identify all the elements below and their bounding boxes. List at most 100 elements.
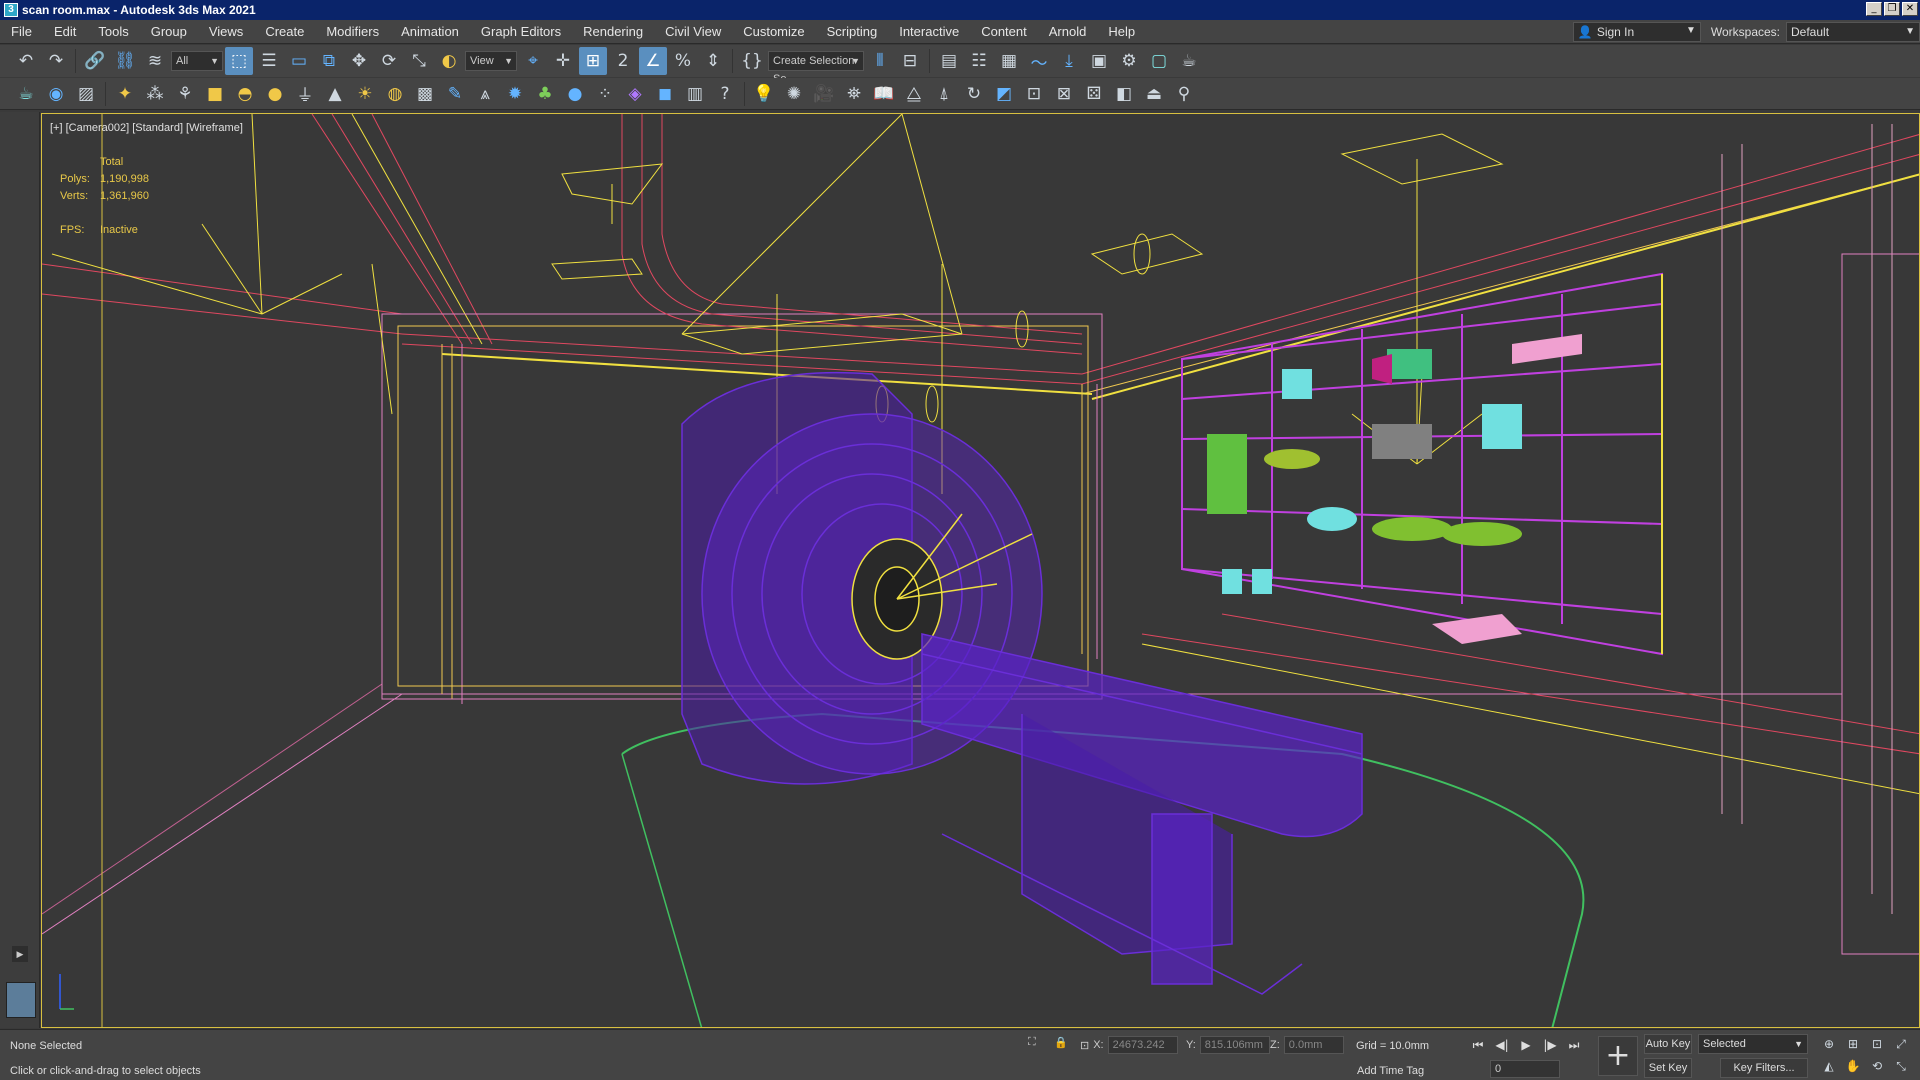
minimize-button[interactable]: _ bbox=[1866, 2, 1882, 16]
menu-interactive[interactable]: Interactive bbox=[888, 20, 970, 44]
select-manipulate-icon[interactable]: ✛ bbox=[549, 47, 577, 75]
ribbon-toggle-icon[interactable]: ▦ bbox=[995, 47, 1023, 75]
menu-civil-view[interactable]: Civil View bbox=[654, 20, 732, 44]
sphere-light-icon[interactable]: ◍ bbox=[381, 80, 409, 108]
menu-modifiers[interactable]: Modifiers bbox=[315, 20, 390, 44]
workspace-select[interactable]: Default ▼ bbox=[1786, 22, 1920, 42]
orbit-icon[interactable]: ⟲ bbox=[1866, 1056, 1888, 1076]
pivot-center-icon[interactable]: ⌖ bbox=[519, 47, 547, 75]
render-frame-icon[interactable]: ⊡ bbox=[1020, 80, 1048, 108]
particle-view-icon[interactable]: ⁂ bbox=[141, 80, 169, 108]
spinner-snap-icon[interactable]: ⇕ bbox=[699, 47, 727, 75]
close-button[interactable]: ✕ bbox=[1902, 2, 1918, 16]
selection-filter-dropdown[interactable]: All ▼ bbox=[171, 51, 223, 71]
sign-in-dropdown[interactable]: 👤 Sign In ▼ bbox=[1572, 22, 1701, 42]
sun-icon[interactable]: ☀ bbox=[351, 80, 379, 108]
walk-through-icon[interactable]: ⤡ bbox=[1890, 1056, 1912, 1076]
image-viewer-icon[interactable]: ▨ bbox=[72, 80, 100, 108]
environment-icon[interactable]: ◩ bbox=[990, 80, 1018, 108]
camera-sequencer-icon[interactable]: ⚄ bbox=[1080, 80, 1108, 108]
sphere-icon[interactable]: ● bbox=[261, 80, 289, 108]
rotate-icon[interactable]: ⟳ bbox=[375, 47, 403, 75]
y-coordinate-field[interactable]: 815.106mm bbox=[1199, 1036, 1270, 1054]
layer-explorer-icon[interactable]: ☷ bbox=[965, 47, 993, 75]
align-icon[interactable]: ⊟ bbox=[896, 47, 924, 75]
unlink-icon[interactable]: ⛓ bbox=[111, 47, 139, 75]
omni-light-icon[interactable]: ✺ bbox=[780, 80, 808, 108]
teapot-render-icon[interactable]: ⏏ bbox=[1140, 80, 1168, 108]
bind-space-warp-icon[interactable]: ≋ bbox=[141, 47, 169, 75]
material-ball-icon[interactable]: ● bbox=[561, 80, 589, 108]
auto-key-button[interactable]: Auto Key bbox=[1644, 1034, 1692, 1054]
angle-snap-icon[interactable]: ∠ bbox=[639, 47, 667, 75]
expand-arrow-icon[interactable]: ▶ bbox=[12, 946, 28, 962]
render-cube-icon[interactable]: ◼ bbox=[651, 80, 679, 108]
restore-button[interactable]: ❐ bbox=[1884, 2, 1900, 16]
current-frame-field[interactable]: 0 bbox=[1490, 1060, 1560, 1078]
menu-graph-editors[interactable]: Graph Editors bbox=[470, 20, 572, 44]
camera-icon[interactable]: 🎥 bbox=[810, 80, 838, 108]
viewport-camera002[interactable]: [+] [Camera002] [Standard] [Wireframe] T… bbox=[41, 113, 1920, 1028]
zoom-extents-icon[interactable]: ⊡ bbox=[1866, 1034, 1888, 1054]
helper-icon[interactable]: ⚘ bbox=[171, 80, 199, 108]
clipboard-icon[interactable]: ▥ bbox=[681, 80, 709, 108]
hemisphere-icon[interactable]: ◓ bbox=[231, 80, 259, 108]
cone-icon[interactable]: ▲ bbox=[321, 80, 349, 108]
absolute-mode-icon[interactable]: ⊡ bbox=[1080, 1039, 1089, 1052]
help-circle-icon[interactable]: ? bbox=[711, 80, 739, 108]
go-to-start-icon[interactable]: ⏮ bbox=[1468, 1036, 1488, 1054]
zoom-all-icon[interactable]: ⊞ bbox=[1842, 1034, 1864, 1054]
cube-map-icon[interactable]: ◧ bbox=[1110, 80, 1138, 108]
menu-content[interactable]: Content bbox=[970, 20, 1038, 44]
material-editor-icon[interactable]: ▣ bbox=[1085, 47, 1113, 75]
lock-icon[interactable]: 🔒 bbox=[1054, 1036, 1068, 1049]
scale-icon[interactable]: ⤡ bbox=[405, 47, 433, 75]
plant-icon[interactable]: ♣ bbox=[531, 80, 559, 108]
render-setup-icon[interactable]: ⚙ bbox=[1115, 47, 1143, 75]
menu-edit[interactable]: Edit bbox=[43, 20, 87, 44]
play-icon[interactable]: ▶ bbox=[1516, 1036, 1536, 1054]
add-time-tag[interactable]: Add Time Tag bbox=[1357, 1065, 1424, 1077]
box-primitive-icon[interactable]: ■ bbox=[201, 80, 229, 108]
spot-light-icon[interactable]: ⛯ bbox=[840, 80, 868, 108]
rendered-frame-window-icon[interactable]: ▢ bbox=[1145, 47, 1173, 75]
zoom-icon[interactable]: ⊕ bbox=[1818, 1034, 1840, 1054]
tripod-icon[interactable]: ⩓ bbox=[471, 80, 499, 108]
render-production-icon[interactable]: ☕ bbox=[1175, 47, 1203, 75]
capture-icon[interactable]: ◉ bbox=[42, 80, 70, 108]
isolate-selection-icon[interactable]: ⛶ bbox=[1028, 1036, 1036, 1049]
redo-icon[interactable]: ↷ bbox=[42, 47, 70, 75]
book-icon[interactable]: 📖 bbox=[870, 80, 898, 108]
viewport-label[interactable]: [+] [Camera002] [Standard] [Wireframe] bbox=[50, 122, 243, 134]
window-crossing-icon[interactable]: ⧉ bbox=[315, 47, 343, 75]
curve-editor-icon[interactable]: 〜 bbox=[1025, 47, 1053, 75]
menu-customize[interactable]: Customize bbox=[732, 20, 815, 44]
menu-animation[interactable]: Animation bbox=[390, 20, 470, 44]
rectangular-selection-icon[interactable]: ▭ bbox=[285, 47, 313, 75]
batch-render-icon[interactable]: ⊠ bbox=[1050, 80, 1078, 108]
pan-icon[interactable]: ✋ bbox=[1842, 1056, 1864, 1076]
teapot-icon[interactable]: ☕ bbox=[12, 80, 40, 108]
gear-cog-icon[interactable]: ✹ bbox=[501, 80, 529, 108]
key-mode-dropdown[interactable]: Selected ▼ bbox=[1698, 1034, 1808, 1054]
previous-frame-icon[interactable]: ◀| bbox=[1492, 1036, 1512, 1054]
menu-group[interactable]: Group bbox=[140, 20, 198, 44]
x-coordinate-field[interactable]: 24673.242 bbox=[1107, 1036, 1178, 1054]
menu-views[interactable]: Views bbox=[198, 20, 254, 44]
mirror-icon[interactable]: ⫴ bbox=[866, 47, 894, 75]
named-selection-dropdown[interactable]: Create Selection Se ▼ bbox=[768, 51, 864, 85]
add-key-button[interactable]: + bbox=[1598, 1036, 1638, 1076]
link-icon[interactable]: 🔗 bbox=[81, 47, 109, 75]
menu-tools[interactable]: Tools bbox=[87, 20, 139, 44]
reference-coord-dropdown[interactable]: View ▼ bbox=[465, 51, 517, 71]
tool-wrench-icon[interactable]: ✎ bbox=[441, 80, 469, 108]
rotate-view-icon[interactable]: ↻ bbox=[960, 80, 988, 108]
go-to-end-icon[interactable]: ⏭ bbox=[1564, 1036, 1584, 1054]
field-of-view-icon[interactable]: ◭ bbox=[1818, 1056, 1840, 1076]
key-filters-button[interactable]: Key Filters... bbox=[1720, 1058, 1808, 1078]
move-icon[interactable]: ✥ bbox=[345, 47, 373, 75]
scene-explorer-icon[interactable]: ▤ bbox=[935, 47, 963, 75]
maximize-viewport-icon[interactable]: ⤢ bbox=[1890, 1034, 1912, 1054]
select-by-name-icon[interactable]: ☰ bbox=[255, 47, 283, 75]
palette-icon[interactable]: ⁘ bbox=[591, 80, 619, 108]
